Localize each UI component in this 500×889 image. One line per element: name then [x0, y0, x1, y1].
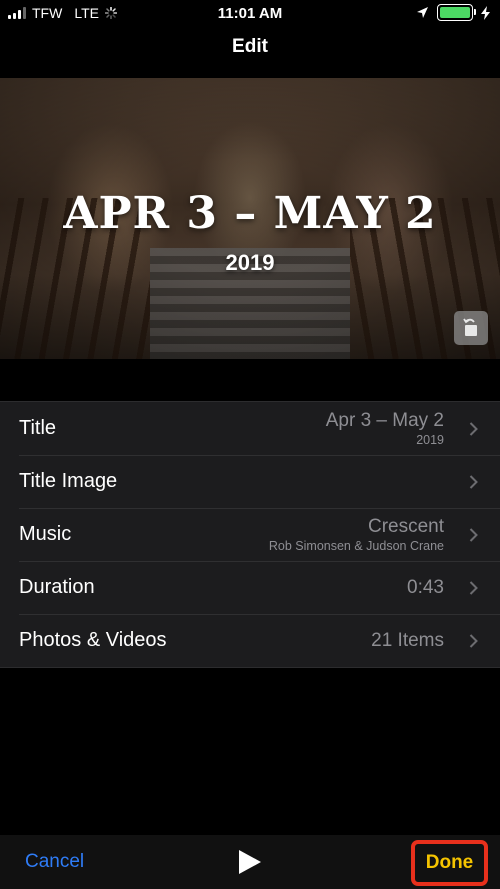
bottom-toolbar: Cancel Done — [0, 835, 500, 889]
row-label: Title — [19, 417, 57, 439]
status-right — [416, 4, 490, 21]
page-title: Edit — [232, 36, 268, 57]
row-label: Music — [19, 523, 72, 545]
chevron-right-icon — [469, 527, 478, 542]
screen: TFW LTE 11:01 AM Edit APR 3 – MAY 2 2019… — [0, 0, 500, 889]
done-button[interactable]: Done — [411, 840, 488, 886]
charging-bolt-icon — [481, 5, 490, 20]
play-icon[interactable] — [238, 849, 262, 875]
row-value: 21 Items — [371, 630, 444, 652]
row-value: Apr 3 – May 2 2019 — [326, 410, 444, 447]
row-value-secondary: 2019 — [416, 433, 444, 447]
rotate-icon — [463, 318, 477, 336]
chevron-right-icon — [469, 421, 478, 436]
row-value: 0:43 — [407, 577, 444, 599]
settings-row-photos-videos[interactable]: Photos & Videos 21 Items — [0, 614, 500, 667]
row-value-secondary: Rob Simonsen & Judson Crane — [268, 539, 444, 553]
movie-year-overlay: 2019 — [225, 250, 275, 275]
row-label: Title Image — [19, 470, 118, 492]
status-bar: TFW LTE 11:01 AM — [0, 0, 500, 26]
settings-row-duration[interactable]: Duration 0:43 — [0, 561, 500, 614]
movie-title-overlay: APR 3 – MAY 2 — [63, 188, 437, 239]
chevron-right-icon — [469, 474, 478, 489]
row-label: Duration — [19, 576, 95, 598]
rotate-button[interactable] — [454, 311, 488, 345]
chevron-right-icon — [469, 633, 478, 648]
title-image-preview[interactable]: APR 3 – MAY 2 2019 — [0, 78, 500, 359]
row-value: Crescent Rob Simonsen & Judson Crane — [269, 516, 444, 553]
row-value-primary: 21 Items — [371, 629, 444, 651]
settings-row-title-image[interactable]: Title Image — [0, 455, 500, 508]
cancel-button[interactable]: Cancel — [25, 851, 84, 873]
row-value-primary: Crescent — [367, 516, 444, 537]
settings-list: Title Apr 3 – May 2 2019 Title Image Mus… — [0, 401, 500, 668]
settings-row-music[interactable]: Music Crescent Rob Simonsen & Judson Cra… — [0, 508, 500, 561]
chevron-right-icon — [469, 580, 478, 595]
row-value-primary: 0:43 — [407, 576, 444, 598]
row-value-primary: Apr 3 – May 2 — [325, 410, 444, 431]
settings-row-title[interactable]: Title Apr 3 – May 2 2019 — [0, 402, 500, 455]
row-label: Photos & Videos — [19, 629, 167, 651]
location-arrow-icon — [417, 7, 428, 18]
battery-icon — [437, 4, 476, 21]
